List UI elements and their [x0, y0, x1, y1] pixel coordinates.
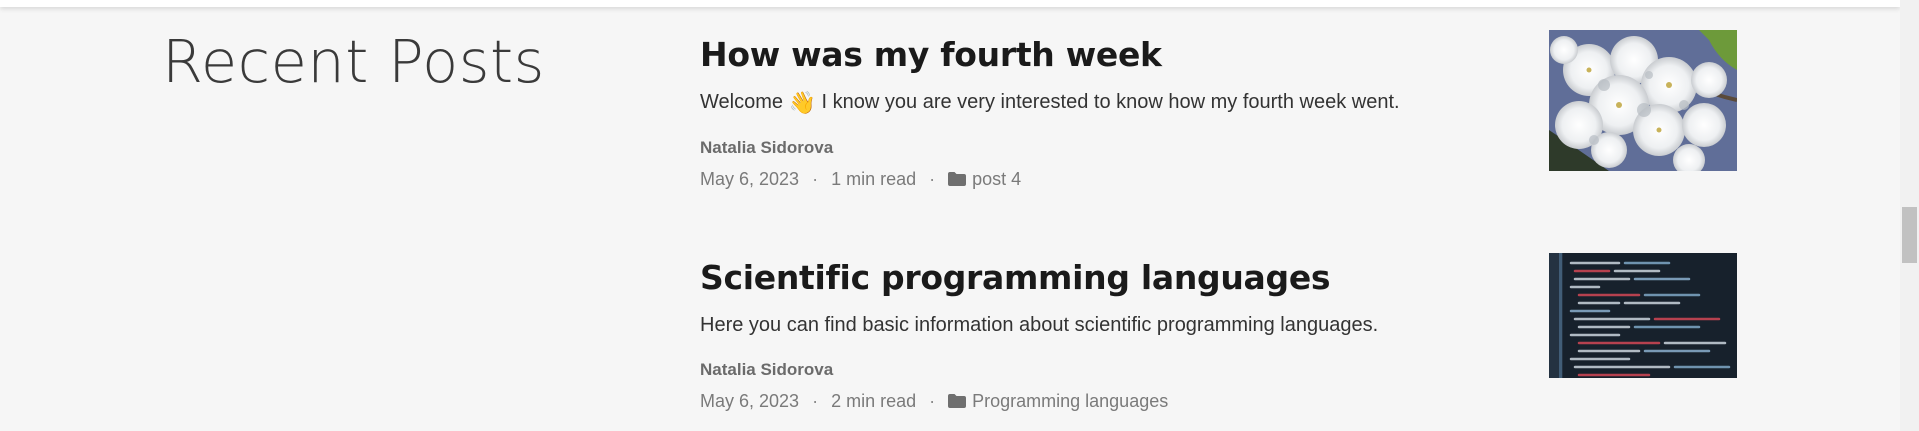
post-thumbnail[interactable]	[1549, 253, 1737, 378]
header-bottom-edge	[0, 0, 1900, 7]
post-thumbnail[interactable]	[1549, 30, 1737, 171]
meta-separator: ·	[812, 391, 819, 411]
post-meta: May 6, 2023 · 2 min read · Programming l…	[700, 390, 1740, 412]
post-category-link[interactable]: Programming languages	[972, 390, 1168, 412]
post-date: May 6, 2023	[700, 169, 800, 189]
excerpt-text: I know you are very interested to know h…	[821, 91, 1400, 113]
cherry-blossom-photo	[1549, 30, 1737, 171]
excerpt-text: Welcome	[700, 91, 783, 113]
post-date: May 6, 2023	[700, 391, 800, 411]
folder-icon	[948, 394, 967, 408]
meta-separator: ·	[812, 169, 819, 189]
post-read-time: 1 min read	[831, 169, 917, 189]
meta-separator: ·	[929, 391, 936, 411]
post-category-link[interactable]: post 4	[972, 168, 1021, 190]
section-title: Recent Posts	[162, 27, 545, 96]
post-meta: May 6, 2023 · 1 min read · post 4	[700, 168, 1740, 190]
meta-separator: ·	[929, 169, 936, 189]
page: Recent Posts How was my fourth week Welc…	[0, 0, 1919, 431]
post-read-time: 2 min read	[831, 391, 917, 411]
scrollbar-thumb[interactable]	[1902, 207, 1917, 263]
code-screen-photo	[1549, 253, 1737, 378]
folder-icon	[948, 172, 967, 186]
waving-hand-icon: 👋	[788, 90, 816, 115]
